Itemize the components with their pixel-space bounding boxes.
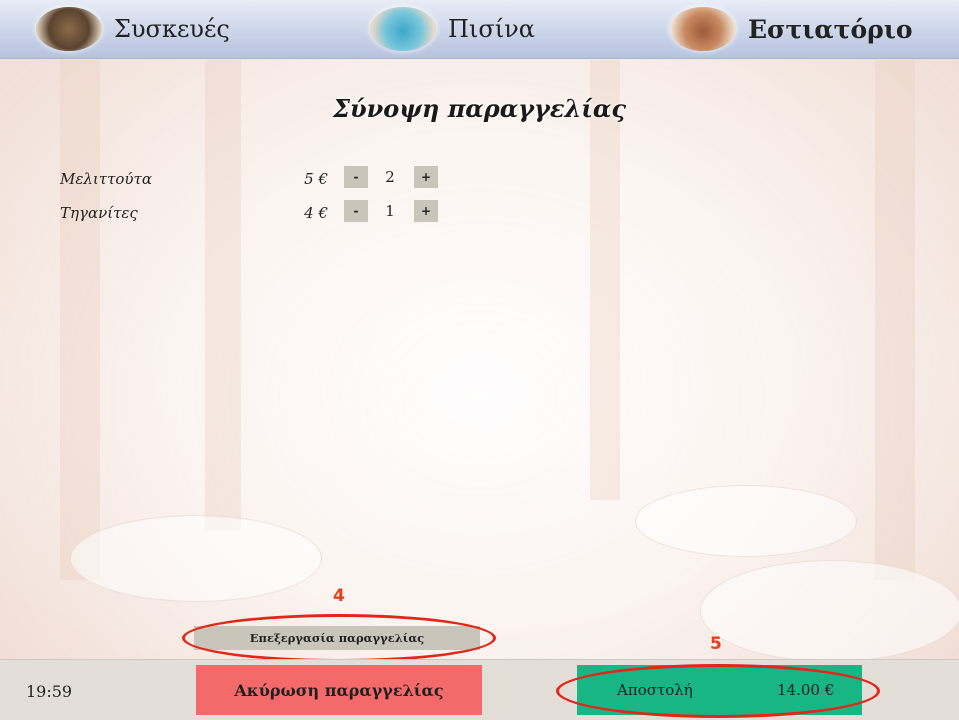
item-price: 5 € [304, 170, 328, 188]
page-title: Σύνοψη παραγγελίας [333, 94, 626, 123]
restaurant-thumbnail-icon [670, 7, 736, 51]
item-quantity: 2 [385, 168, 395, 186]
item-name: Μελιττούτα [60, 170, 152, 188]
annotation-ellipse-send [556, 664, 880, 718]
tab-restaurant-label: Εστιατόριο [748, 14, 913, 44]
tab-pool[interactable]: Πισίνα [370, 0, 535, 58]
annotation-number-4: 4 [333, 586, 345, 606]
cancel-order-button[interactable]: Ακύρωση παραγγελίας [196, 665, 482, 715]
annotation-ellipse-edit [182, 614, 496, 662]
item-price: 4 € [304, 204, 328, 222]
increase-quantity-button[interactable]: + [414, 200, 438, 222]
pool-thumbnail-icon [370, 7, 436, 51]
tab-pool-label: Πισίνα [448, 15, 535, 43]
appliances-thumbnail-icon [36, 7, 102, 51]
annotation-number-5: 5 [710, 634, 722, 654]
increase-quantity-button[interactable]: + [414, 166, 438, 188]
item-quantity: 1 [385, 202, 395, 220]
order-item-row: Μελιττούτα 5 € - 2 + [0, 166, 959, 190]
order-item-row: Τηγανίτες 4 € - 1 + [0, 200, 959, 224]
tab-appliances-label: Συσκευές [114, 15, 230, 43]
top-navigation-bar: Συσκευές Πισίνα Εστιατόριο [0, 0, 959, 59]
decrease-quantity-button[interactable]: - [344, 200, 368, 222]
decrease-quantity-button[interactable]: - [344, 166, 368, 188]
tab-appliances[interactable]: Συσκευές [36, 0, 230, 58]
clock: 19:59 [26, 682, 73, 701]
item-name: Τηγανίτες [60, 204, 138, 222]
tab-restaurant[interactable]: Εστιατόριο [670, 0, 913, 58]
